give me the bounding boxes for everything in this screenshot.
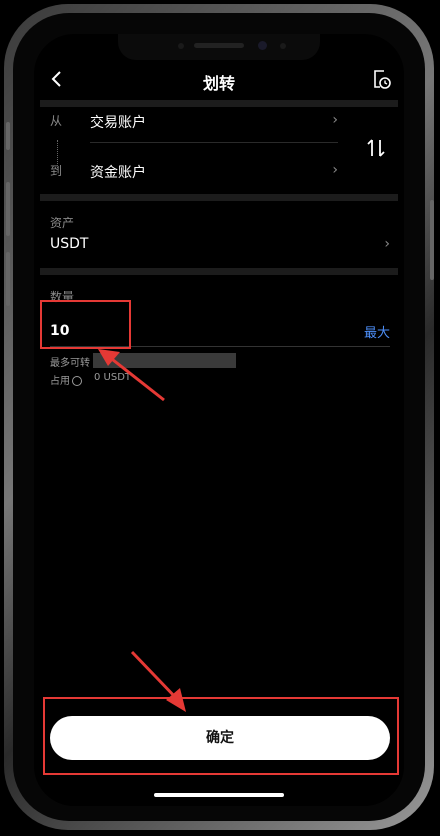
history-icon bbox=[374, 70, 391, 89]
to-label: 到 bbox=[50, 164, 63, 178]
mute-switch bbox=[6, 122, 10, 150]
from-account-name: 交易账户 bbox=[90, 115, 146, 131]
speaker bbox=[194, 43, 244, 48]
annotation-box-confirm bbox=[43, 697, 399, 775]
occupied-value: 0 USDT bbox=[94, 372, 132, 383]
volume-up-button bbox=[6, 182, 10, 236]
home-indicator bbox=[154, 793, 284, 797]
asset-value: USDT bbox=[50, 236, 89, 252]
redacted-value bbox=[93, 353, 236, 368]
power-button bbox=[430, 200, 434, 280]
history-button[interactable] bbox=[368, 66, 394, 92]
from-label: 从 bbox=[50, 114, 63, 128]
section-divider bbox=[40, 194, 398, 201]
info-icon[interactable] bbox=[72, 376, 82, 386]
max-transferable-label: 最多可转 bbox=[50, 358, 90, 369]
page-title: 划转 bbox=[202, 74, 235, 93]
section-divider bbox=[40, 268, 398, 275]
swap-icon bbox=[367, 139, 385, 157]
swap-button[interactable] bbox=[362, 134, 390, 162]
front-camera bbox=[258, 41, 267, 50]
annotation-box-amount bbox=[40, 300, 131, 349]
volume-down-button bbox=[6, 252, 10, 306]
chevron-right-icon: › bbox=[332, 162, 338, 178]
screen: 划转 从 到 交易账户 › 资金账户 › 资产 USDT › 数量 10 最大 … bbox=[34, 34, 404, 806]
occupied-row: 占用 bbox=[50, 372, 82, 387]
notch bbox=[118, 34, 320, 60]
asset-label: 资产 bbox=[50, 216, 75, 230]
from-account-row[interactable]: 交易账户 › bbox=[86, 106, 338, 136]
nav-bar: 划转 bbox=[34, 60, 404, 100]
row-separator bbox=[90, 142, 338, 143]
chevron-right-icon: › bbox=[332, 112, 338, 128]
to-account-name: 资金账户 bbox=[90, 165, 146, 181]
chevron-right-icon: › bbox=[384, 236, 390, 252]
asset-selector[interactable]: USDT › bbox=[50, 234, 390, 258]
to-account-row[interactable]: 资金账户 › bbox=[86, 156, 338, 186]
occupied-label: 占用 bbox=[50, 376, 70, 387]
max-button[interactable]: 最大 bbox=[364, 322, 390, 341]
